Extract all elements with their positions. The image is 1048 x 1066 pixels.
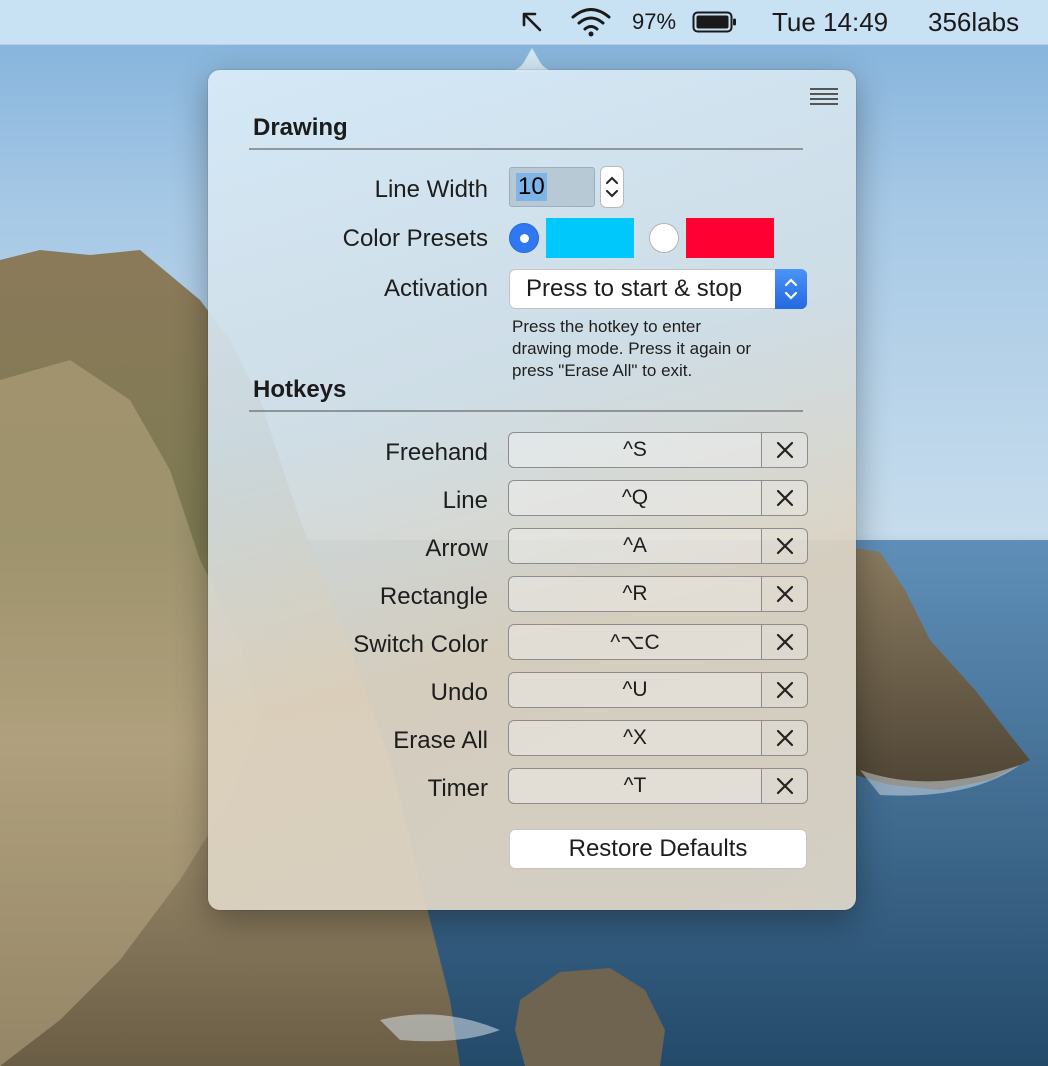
hotkey-label-freehand: Freehand: [385, 439, 488, 466]
color-preset-radio-1[interactable]: [509, 223, 539, 253]
drawing-section-title: Drawing: [253, 114, 348, 141]
line-width-input[interactable]: 10: [509, 167, 595, 207]
hotkey-field[interactable]: ^⌥C: [509, 625, 762, 659]
restore-defaults-button[interactable]: Restore Defaults: [509, 829, 807, 869]
hotkey-field[interactable]: ^U: [509, 673, 762, 707]
help-line: Press the hotkey to enter: [512, 317, 701, 336]
hotkey-recorder-rectangle[interactable]: ^R: [508, 576, 808, 612]
color-preset-swatch-2[interactable]: [686, 218, 774, 258]
clear-hotkey-icon[interactable]: [762, 433, 807, 467]
help-line: drawing mode. Press it again or: [512, 339, 752, 358]
battery-icon[interactable]: [692, 0, 740, 44]
popover-arrow: [504, 48, 560, 72]
clear-hotkey-icon[interactable]: [762, 529, 807, 563]
popup-chevron-icon: [775, 269, 807, 309]
clear-hotkey-icon[interactable]: [762, 721, 807, 755]
hotkey-recorder-line[interactable]: ^Q: [508, 480, 808, 516]
color-preset-radio-2[interactable]: [649, 223, 679, 253]
wifi-icon[interactable]: [568, 0, 614, 44]
menubar-clock[interactable]: Tue 14:49: [772, 0, 888, 44]
line-width-label: Line Width: [374, 176, 488, 203]
stepper-arrows-icon: [606, 176, 618, 198]
hotkey-recorder-undo[interactable]: ^U: [508, 672, 808, 708]
clear-hotkey-icon[interactable]: [762, 625, 807, 659]
hotkey-label-undo: Undo: [430, 679, 488, 706]
line-width-value: 10: [516, 173, 547, 201]
line-width-stepper[interactable]: [600, 166, 624, 208]
hotkey-label-timer: Timer: [427, 775, 488, 802]
hotkey-label-erase-all: Erase All: [393, 727, 488, 754]
drawing-settings-popover: Drawing Line Width 10 Color Presets Acti…: [208, 70, 856, 910]
color-presets-label: Color Presets: [342, 225, 488, 252]
hotkeys-section-title: Hotkeys: [253, 376, 347, 403]
hotkey-recorder-timer[interactable]: ^T: [508, 768, 808, 804]
activation-help-text: Press the hotkey to enter drawing mode. …: [512, 316, 812, 382]
color-preset-swatch-1[interactable]: [546, 218, 634, 258]
hotkey-field[interactable]: ^S: [509, 433, 762, 467]
hotkey-label-arrow: Arrow: [425, 535, 488, 562]
clear-hotkey-icon[interactable]: [762, 673, 807, 707]
menubar-user[interactable]: 356labs: [928, 0, 1019, 44]
hotkey-label-switch-color: Switch Color: [353, 631, 488, 658]
activation-label: Activation: [383, 275, 488, 302]
hotkey-field[interactable]: ^X: [509, 721, 762, 755]
help-line: press "Erase All" to exit.: [512, 361, 693, 380]
menu-bar: 97% Tue 14:49 356labs: [0, 0, 1048, 45]
clear-hotkey-icon[interactable]: [762, 769, 807, 803]
hotkey-field[interactable]: ^R: [509, 577, 762, 611]
activation-value: Press to start & stop: [526, 275, 743, 302]
section-divider: [249, 148, 803, 150]
battery-percentage: 97%: [632, 9, 677, 34]
hotkey-field[interactable]: ^A: [509, 529, 762, 563]
clear-hotkey-icon[interactable]: [762, 577, 807, 611]
hotkey-recorder-switch-color[interactable]: ^⌥C: [508, 624, 808, 660]
hotkey-field[interactable]: ^Q: [509, 481, 762, 515]
clear-hotkey-icon[interactable]: [762, 481, 807, 515]
hotkey-recorder-freehand[interactable]: ^S: [508, 432, 808, 468]
section-divider: [249, 410, 803, 412]
activation-popup-button[interactable]: Press to start & stop: [509, 269, 807, 309]
hamburger-menu-icon[interactable]: [810, 86, 838, 108]
hotkey-recorder-erase-all[interactable]: ^X: [508, 720, 808, 756]
pointer-arrow-icon[interactable]: [518, 0, 546, 44]
hotkey-label-line: Line: [442, 487, 488, 514]
hotkey-recorder-arrow[interactable]: ^A: [508, 528, 808, 564]
hotkey-label-rectangle: Rectangle: [379, 583, 488, 610]
hotkey-field[interactable]: ^T: [509, 769, 762, 803]
